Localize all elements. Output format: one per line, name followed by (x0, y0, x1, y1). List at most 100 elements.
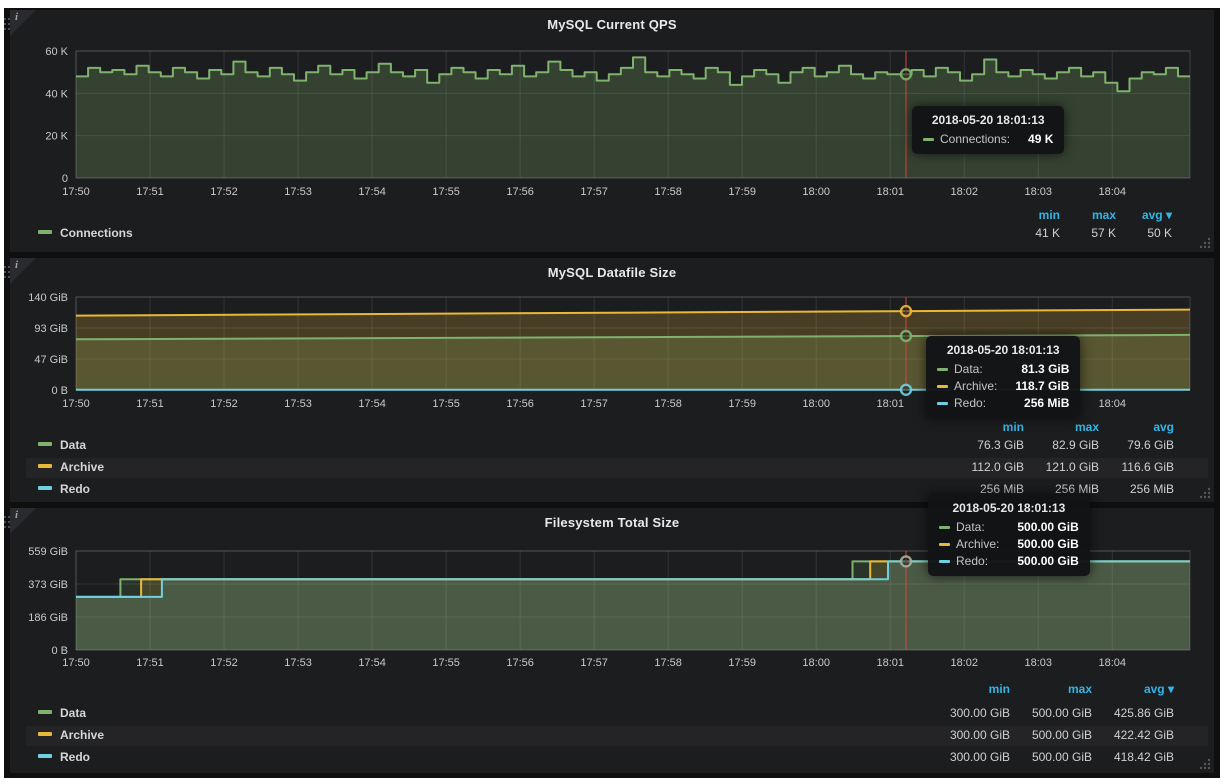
svg-text:17:53: 17:53 (284, 657, 312, 669)
tooltip-series-swatch-icon (923, 138, 934, 141)
svg-text:17:54: 17:54 (358, 657, 386, 669)
svg-text:18:02: 18:02 (950, 186, 978, 198)
legend-row-archive[interactable]: Archive112.0 GiB121.0 GiB116.6 GiB (26, 458, 1208, 478)
legend-row-connections[interactable]: Connections41 K57 K50 K (26, 224, 1208, 244)
svg-text:47 GiB: 47 GiB (34, 354, 68, 366)
svg-text:17:56: 17:56 (506, 398, 534, 410)
legend-series-name[interactable]: Connections (60, 226, 133, 240)
tooltip-row: Data:500.00 GiB (939, 520, 1079, 534)
tooltip-series-value: 500.00 GiB (999, 537, 1078, 551)
tooltip-series-label: Redo: (956, 554, 988, 568)
info-icon: i (15, 509, 18, 521)
tooltip-row: Archive:500.00 GiB (939, 537, 1079, 551)
tooltip-timestamp: 2018-05-20 18:01:13 (937, 343, 1069, 357)
svg-text:18:04: 18:04 (1099, 186, 1127, 198)
tooltip-row: Data:81.3 GiB (937, 362, 1069, 376)
legend-stat-value: 425.86 GiB (1092, 706, 1174, 720)
resize-handle[interactable] (1198, 486, 1211, 499)
legend-stat-header[interactable]: avg ▾ (1116, 208, 1172, 222)
tooltip-series-swatch-icon (937, 368, 948, 371)
tooltip-series-label: Redo: (954, 396, 986, 410)
legend-stat-value: 82.9 GiB (1024, 438, 1099, 452)
svg-text:17:57: 17:57 (580, 398, 608, 410)
legend-swatch-icon (38, 732, 52, 736)
legend-row-redo[interactable]: Redo300.00 GiB500.00 GiB418.42 GiB (26, 748, 1208, 768)
svg-text:17:58: 17:58 (654, 657, 682, 669)
legend-stat-value: 76.3 GiB (949, 438, 1024, 452)
legend-stat-header[interactable]: min (928, 682, 1010, 696)
legend-series-name[interactable]: Data (60, 706, 86, 720)
tooltip-timestamp: 2018-05-20 18:01:13 (923, 113, 1053, 127)
legend-swatch-icon (38, 442, 52, 446)
legend-stat-value: 300.00 GiB (928, 728, 1010, 742)
legend-stat-header[interactable]: max (1010, 682, 1092, 696)
tooltip-series-swatch-icon (937, 402, 948, 405)
tooltip-series-value: 500.00 GiB (999, 520, 1078, 534)
legend-series-name[interactable]: Redo (60, 482, 90, 496)
svg-text:17:55: 17:55 (432, 398, 460, 410)
tooltip-filesystem: 2018-05-20 18:01:13 Data:500.00 GiB Archiv… (928, 494, 1090, 576)
svg-text:17:52: 17:52 (210, 398, 238, 410)
info-icon: i (15, 259, 18, 271)
svg-text:18:00: 18:00 (802, 186, 830, 198)
legend-stat-value: 79.6 GiB (1099, 438, 1174, 452)
tooltip-row: Archive:118.7 GiB (937, 379, 1069, 393)
panel-title[interactable]: MySQL Current QPS (10, 17, 1214, 32)
legend-row-data[interactable]: Data 76.3 GiB82.9 GiB79.6 GiB (26, 436, 1208, 456)
legend-stat-header[interactable]: avg ▾ (1092, 682, 1174, 696)
legend-stat-value: 500.00 GiB (1010, 728, 1092, 742)
legend-row-data[interactable]: Data300.00 GiB500.00 GiB425.86 GiB (26, 704, 1208, 724)
legend-stat-value: 422.42 GiB (1092, 728, 1174, 742)
legend-stat-value: 300.00 GiB (928, 706, 1010, 720)
svg-text:18:04: 18:04 (1099, 657, 1127, 669)
legend-series-name[interactable]: Archive (60, 728, 104, 742)
legend-series-name[interactable]: Data (60, 438, 86, 452)
legend-stat-value: 300.00 GiB (928, 750, 1010, 764)
resize-handle[interactable] (1198, 757, 1211, 770)
svg-text:17:59: 17:59 (728, 657, 756, 669)
svg-text:60 K: 60 K (45, 46, 68, 58)
legend-stat-header[interactable]: min (1004, 208, 1060, 222)
panel-drag-handle[interactable] (4, 516, 12, 532)
svg-text:18:03: 18:03 (1024, 186, 1052, 198)
legend-stat-value: 418.42 GiB (1092, 750, 1174, 764)
legend-stat-header[interactable]: max (1024, 420, 1099, 434)
svg-text:17:55: 17:55 (432, 186, 460, 198)
legend-series-name[interactable]: Archive (60, 460, 104, 474)
svg-text:17:58: 17:58 (654, 398, 682, 410)
legend-stat-header[interactable]: max (1060, 208, 1116, 222)
legend-stat-header[interactable]: avg (1099, 420, 1174, 434)
legend-stat-value: 112.0 GiB (949, 460, 1024, 474)
svg-text:17:54: 17:54 (358, 398, 386, 410)
panel-drag-handle[interactable] (4, 18, 12, 34)
svg-text:18:01: 18:01 (876, 657, 904, 669)
svg-text:20 K: 20 K (45, 131, 68, 143)
legend-swatch-icon (38, 754, 52, 758)
svg-text:17:56: 17:56 (506, 186, 534, 198)
legend-series-name[interactable]: Redo (60, 750, 90, 764)
legend-stat-value: 121.0 GiB (1024, 460, 1099, 474)
legend-stats-header-row: minmaxavg ▾ (26, 206, 1208, 226)
svg-text:18:02: 18:02 (950, 657, 978, 669)
tooltip-series-swatch-icon (939, 560, 950, 563)
tooltip-row: Redo:500.00 GiB (939, 554, 1079, 568)
tooltip-timestamp: 2018-05-20 18:01:13 (939, 501, 1079, 515)
svg-text:17:51: 17:51 (136, 398, 164, 410)
tooltip-series-value: 81.3 GiB (1003, 362, 1069, 376)
svg-text:17:50: 17:50 (62, 657, 90, 669)
svg-text:17:54: 17:54 (358, 186, 386, 198)
tooltip-series-label: Archive: (956, 537, 999, 551)
tooltip-row: Redo:256 MiB (937, 396, 1069, 410)
panel-title[interactable]: MySQL Datafile Size (10, 265, 1214, 280)
tooltip-series-swatch-icon (939, 543, 950, 546)
svg-text:17:57: 17:57 (580, 186, 608, 198)
svg-text:18:01: 18:01 (876, 398, 904, 410)
tooltip-series-label: Connections: (940, 132, 1010, 146)
tooltip-series-swatch-icon (939, 526, 950, 529)
legend-stat-header[interactable]: min (949, 420, 1024, 434)
panel-drag-handle[interactable] (4, 266, 12, 282)
svg-text:17:53: 17:53 (284, 186, 312, 198)
legend-row-archive[interactable]: Archive 300.00 GiB500.00 GiB422.42 GiB (26, 726, 1208, 746)
resize-handle[interactable] (1198, 236, 1211, 249)
legend-swatch-icon (38, 464, 52, 468)
